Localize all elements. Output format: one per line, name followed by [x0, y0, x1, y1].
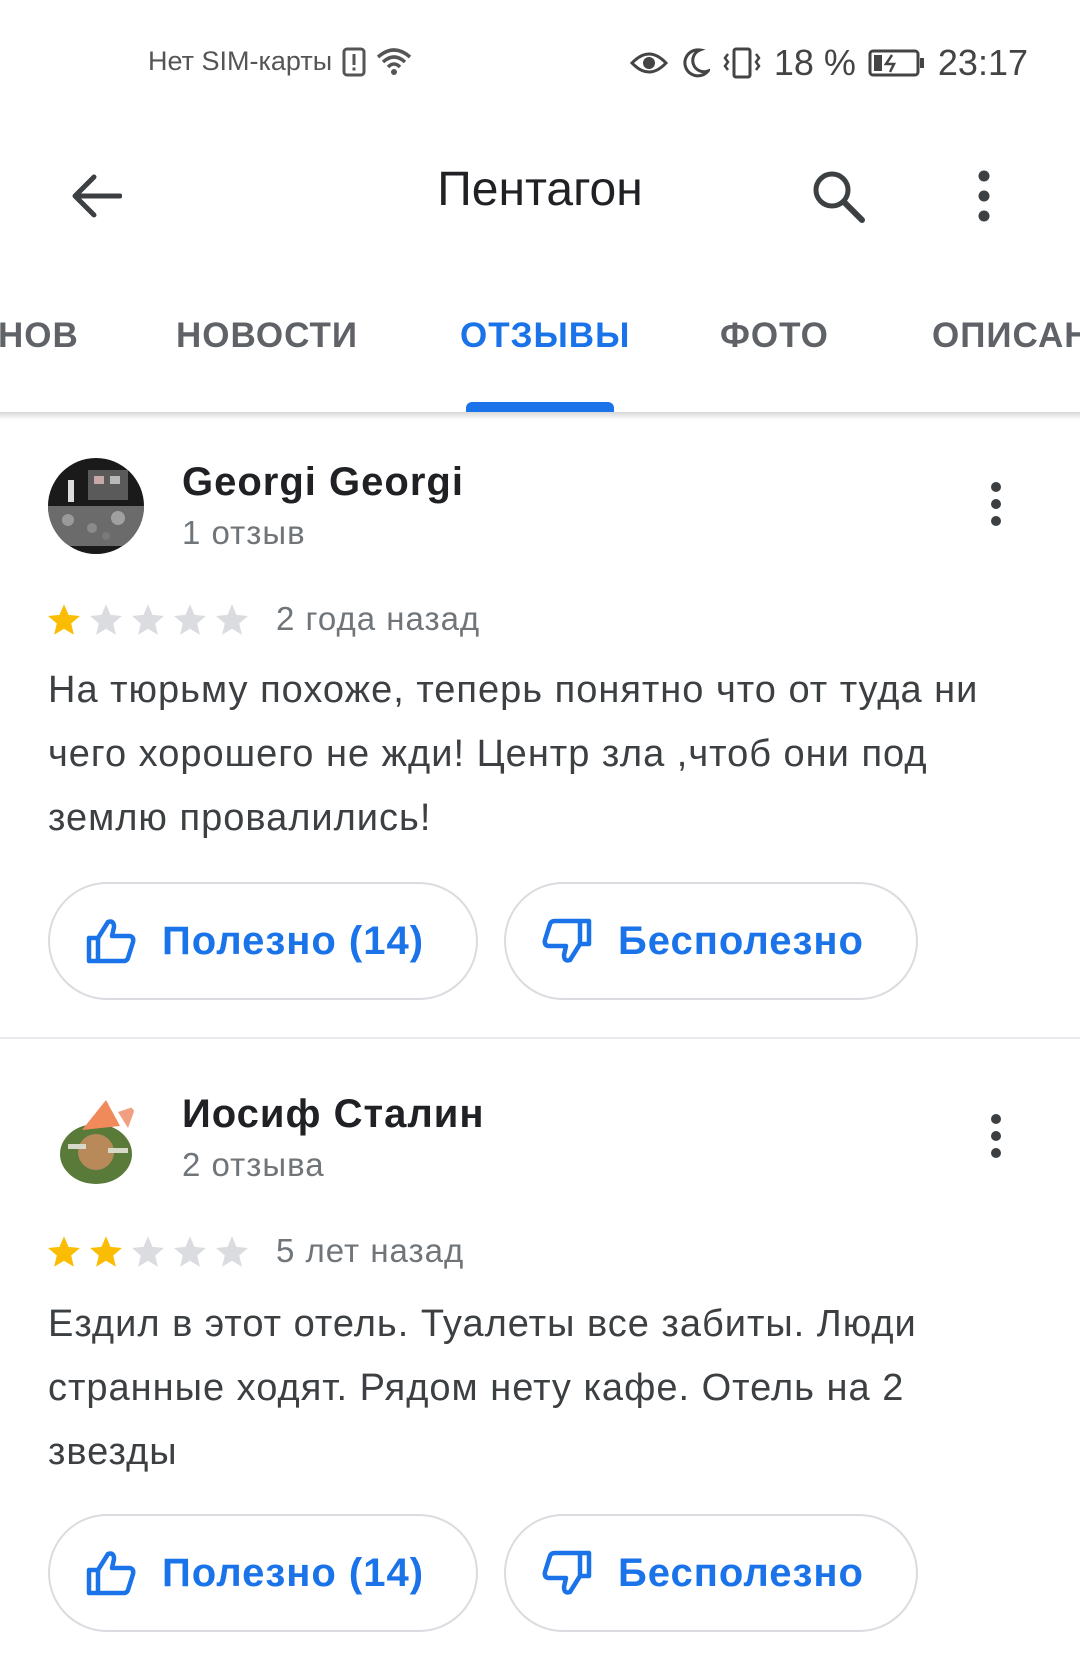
review-author[interactable]: Иосиф Сталин — [182, 1092, 485, 1137]
review-more-button[interactable] — [966, 1106, 1026, 1166]
review-more-button[interactable] — [966, 474, 1026, 534]
thumb-down-icon — [542, 918, 592, 963]
active-tab-indicator — [466, 402, 614, 412]
more-vert-icon — [991, 1114, 1001, 1158]
star-icon — [90, 1236, 122, 1267]
star-icon — [132, 1236, 164, 1267]
review-text: На тюрьму похоже, теперь понятно что от … — [48, 669, 979, 839]
review-count: 1 отзыв — [182, 514, 306, 551]
page-title: Пентагон — [437, 163, 643, 216]
status-right: 18 % 23:17 — [629, 42, 1028, 84]
eye-icon — [629, 49, 668, 77]
search-button[interactable] — [802, 160, 874, 232]
helpful-label: Полезно (14) — [162, 1550, 425, 1595]
star-icon — [132, 604, 164, 635]
review-date: 5 лет назад — [276, 1232, 465, 1269]
more-options-button[interactable] — [948, 160, 1020, 232]
status-bar: Нет SIM-карты 18 % 23:17 — [0, 0, 1080, 130]
star-rating — [46, 1234, 250, 1270]
battery-icon — [868, 48, 926, 78]
more-vert-icon — [991, 482, 1001, 526]
star-icon — [48, 604, 80, 635]
vibrate-icon — [722, 46, 762, 80]
tab-reviews[interactable]: ОТЗЫВЫ — [460, 316, 630, 356]
review-author[interactable]: Georgi Georgi — [182, 460, 464, 505]
unhelpful-button[interactable]: Бесполезно — [504, 1514, 918, 1632]
review-divider — [0, 1037, 1080, 1039]
review-text: Ездил в этот отель. Туалеты все забиты. … — [48, 1303, 917, 1473]
carrier-text: Нет SIM-карты — [148, 46, 333, 76]
wifi-icon — [376, 47, 412, 77]
star-icon — [174, 1236, 206, 1267]
star-icon — [216, 604, 248, 635]
unhelpful-button[interactable]: Бесполезно — [504, 882, 918, 1000]
thumb-up-icon — [86, 919, 136, 964]
review-date: 2 года назад — [276, 600, 481, 637]
page: Нет SIM-карты 18 % 23:17 Пентагон НОВ НО… — [0, 0, 1080, 1666]
status-left: Нет SIM-карты — [148, 46, 412, 77]
sim-alert-icon — [342, 47, 366, 77]
tab-photos[interactable]: ФОТО — [720, 316, 829, 356]
more-vert-icon — [978, 170, 990, 222]
clock: 23:17 — [937, 42, 1028, 83]
unhelpful-label: Бесполезно — [618, 918, 864, 963]
tab-description[interactable]: ОПИСАН — [932, 316, 1080, 356]
tab-bar: НОВ НОВОСТИ ОТЗЫВЫ ФОТО ОПИСАН — [0, 300, 1080, 412]
helpful-button[interactable]: Полезно (14) — [48, 882, 478, 1000]
star-rating — [46, 602, 250, 638]
app-bar: Пентагон — [0, 130, 1080, 260]
tab-partial-left[interactable]: НОВ — [0, 316, 79, 356]
star-icon — [216, 1236, 248, 1267]
unhelpful-label: Бесполезно — [618, 1550, 864, 1595]
star-icon — [90, 604, 122, 635]
star-icon — [48, 1236, 80, 1267]
search-icon — [813, 171, 865, 223]
moon-icon — [680, 47, 710, 79]
avatar[interactable] — [48, 458, 144, 554]
avatar[interactable] — [48, 1092, 144, 1188]
helpful-button[interactable]: Полезно (14) — [48, 1514, 478, 1632]
review-count: 2 отзыва — [182, 1146, 325, 1183]
helpful-label: Полезно (14) — [162, 918, 425, 963]
battery-percent: 18 % — [773, 42, 856, 83]
thumb-up-icon — [86, 1551, 136, 1596]
tab-bar-shadow — [0, 412, 1080, 420]
tab-news[interactable]: НОВОСТИ — [176, 316, 358, 356]
star-icon — [174, 604, 206, 635]
thumb-down-icon — [542, 1550, 592, 1595]
